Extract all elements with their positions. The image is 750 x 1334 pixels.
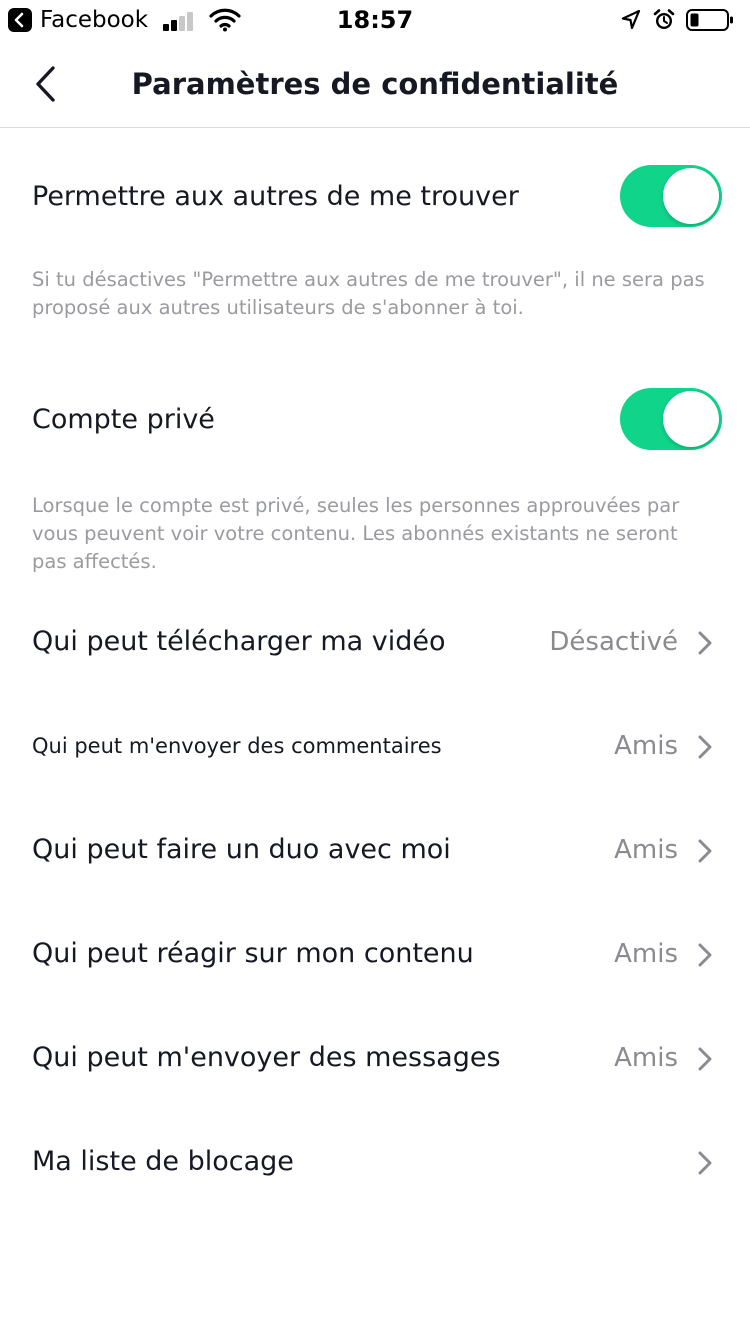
setting-row-messages[interactable]: Qui peut m'envoyer des messages Amis: [0, 1028, 750, 1088]
toggle-label: Compte privé: [32, 404, 215, 435]
setting-value: Désactivé: [549, 627, 678, 657]
status-bar: Facebook 18:57: [0, 0, 750, 40]
setting-value: Amis: [614, 835, 678, 865]
setting-value: Amis: [614, 731, 678, 761]
setting-value: Amis: [614, 939, 678, 969]
setting-label: Ma liste de blocage: [32, 1146, 294, 1177]
setting-row-block-list[interactable]: Ma liste de blocage: [0, 1132, 750, 1192]
chevron-right-icon: [698, 631, 712, 655]
toggle-row-find-me: Permettre aux autres de me trouver: [0, 165, 750, 229]
setting-label: Qui peut m'envoyer des messages: [32, 1042, 501, 1073]
setting-value: Amis: [614, 1043, 678, 1073]
chevron-right-icon: [698, 1151, 712, 1175]
setting-label: Qui peut faire un duo avec moi: [32, 834, 451, 865]
chevron-right-icon: [698, 1047, 712, 1071]
chevron-right-icon: [698, 943, 712, 967]
toggle-knob: [663, 391, 719, 447]
setting-row-download[interactable]: Qui peut télécharger ma vidéo Désactivé: [0, 612, 750, 672]
private-account-toggle[interactable]: [620, 388, 722, 450]
toggle-row-private-account: Compte privé: [0, 388, 750, 452]
toggle-label: Permettre aux autres de me trouver: [32, 181, 519, 212]
setting-row-duet[interactable]: Qui peut faire un duo avec moi Amis: [0, 820, 750, 880]
setting-row-react[interactable]: Qui peut réagir sur mon contenu Amis: [0, 924, 750, 984]
toggle-knob: [663, 168, 719, 224]
chevron-right-icon: [698, 839, 712, 863]
setting-label: Qui peut télécharger ma vidéo: [32, 626, 446, 657]
chevron-right-icon: [698, 735, 712, 759]
find-me-description: Si tu désactives "Permettre aux autres d…: [32, 268, 705, 319]
page-title: Paramètres de confidentialité: [131, 67, 619, 101]
private-account-description: Lorsque le compte est privé, seules les …: [32, 494, 680, 573]
setting-label: Qui peut réagir sur mon contenu: [32, 938, 474, 969]
setting-label: Qui peut m'envoyer des commentaires: [32, 734, 442, 758]
find-me-toggle[interactable]: [620, 165, 722, 227]
setting-row-comments[interactable]: Qui peut m'envoyer des commentaires Amis: [0, 716, 750, 776]
alarm-icon: [652, 8, 676, 36]
location-icon: [620, 9, 642, 35]
nav-bar: Paramètres de confidentialité: [0, 40, 750, 128]
battery-icon: [686, 8, 734, 32]
